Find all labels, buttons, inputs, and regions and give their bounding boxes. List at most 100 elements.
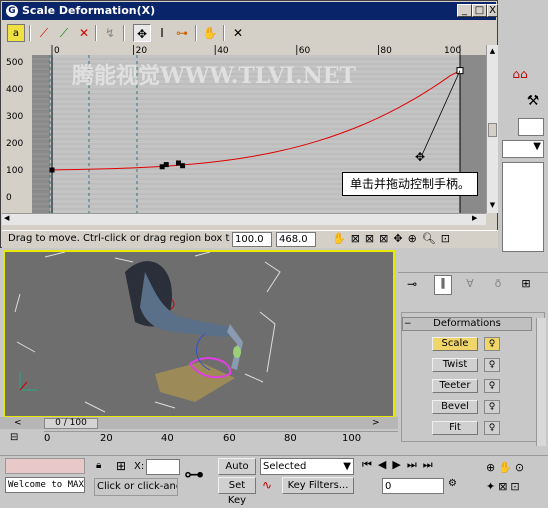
ruler-label: 20	[100, 433, 113, 444]
x-tick-label: 20	[136, 46, 148, 56]
bevel-deform-button[interactable]: Bevel	[432, 400, 478, 414]
color-swatch[interactable]	[518, 118, 544, 136]
key-icon[interactable]: ⊶	[184, 462, 214, 488]
time-slider[interactable]: 0 / 100	[44, 418, 98, 429]
timeline-toggle-icon[interactable]: ⊟	[10, 432, 40, 452]
current-frame-field[interactable]: 0	[382, 478, 444, 494]
set-key-button[interactable]: Set Key	[218, 477, 256, 506]
stack-toolbar: ⊸ ‖ ∀ ð ⊞	[398, 272, 548, 296]
scale-deform-button[interactable]: Scale	[432, 337, 478, 351]
insert-corner-point-icon[interactable]: ⊶	[173, 24, 191, 42]
y-tick-label: 400	[6, 85, 23, 95]
twist-bulb-icon[interactable]: ♀	[484, 358, 500, 372]
window-title: Scale Deformation(X)	[22, 4, 156, 17]
vertical-scrollbar[interactable]: ▲ ▼	[486, 45, 498, 213]
scroll-left-icon[interactable]: ◀	[4, 214, 14, 224]
next-frame-icon[interactable]: >	[372, 418, 386, 429]
graph-left-ruler	[2, 55, 32, 213]
ruler-label: 0	[44, 433, 51, 444]
configure-icon[interactable]: ⊞	[518, 277, 534, 293]
swap-curves-icon[interactable]: ↯	[101, 24, 119, 42]
key-filters-button[interactable]: Key Filters...	[282, 477, 354, 494]
twist-deform-button[interactable]: Twist	[432, 358, 478, 372]
window-titlebar[interactable]: Scale Deformation(X)	[2, 2, 496, 20]
deformation-toolbar: a ⟋ ⟋ ✕ ↯ ✥ I ⊶ ✋ ✕	[2, 21, 496, 45]
reset-curve-icon[interactable]: ✋	[201, 24, 219, 42]
scroll-thumb[interactable]	[488, 123, 497, 137]
close-button[interactable]: X	[487, 4, 498, 17]
absolute-mode-icon[interactable]: ⊞	[116, 459, 132, 475]
playback-controls[interactable]: ⏮◀▶⏭⏭	[362, 458, 482, 474]
lock-aspect-icon[interactable]: a	[7, 24, 25, 42]
scroll-right-icon[interactable]: ▶	[472, 214, 482, 224]
bevel-bulb-icon[interactable]: ♀	[484, 400, 500, 414]
welcome-text: Welcome to MAX!	[5, 477, 85, 493]
auto-key-button[interactable]: Auto Key	[218, 458, 256, 487]
unique-icon[interactable]: ∀	[462, 277, 478, 293]
viewport-nav-controls[interactable]: ⊕✋⊙ ✦⊠⊡	[486, 458, 546, 496]
display-xy-axes-icon[interactable]: ✕	[75, 24, 93, 42]
key-mode-icon[interactable]: ∿	[262, 478, 278, 494]
scale-deformation-window: Scale Deformation(X) G _ □ X a ⟋ ⟋ ✕ ↯ ✥…	[0, 0, 498, 248]
teeter-bulb-icon[interactable]: ♀	[484, 379, 500, 393]
status-hint: Drag to move. Ctrl-click or drag region …	[8, 233, 230, 244]
x-tick-label: 80	[380, 46, 392, 56]
y-tick-label: 100	[6, 166, 23, 176]
remove-modifier-icon[interactable]: ð	[490, 277, 506, 293]
scroll-down-icon[interactable]: ▼	[488, 201, 497, 211]
graph-status-line: Drag to move. Ctrl-click or drag region …	[2, 230, 498, 248]
fit-bulb-icon[interactable]: ♀	[484, 421, 500, 435]
deformations-title: Deformations	[433, 318, 501, 329]
display-y-axis-icon[interactable]: ⟋	[55, 24, 73, 42]
control-point	[180, 163, 186, 169]
ruler-label: 40	[161, 433, 174, 444]
prev-frame-icon[interactable]: <	[14, 418, 28, 429]
maximize-button[interactable]: □	[472, 4, 487, 17]
time-config-icon[interactable]: ⚙	[448, 478, 468, 494]
x-tick-label: 40	[217, 46, 229, 56]
graph-navigation-icons[interactable]: ✋⊠⊠⊠✥⊕🔍︎⊡	[332, 232, 492, 248]
toolbar-separator	[223, 25, 225, 41]
deformations-rollout-title[interactable]: Deformations	[402, 317, 532, 331]
frame-ruler[interactable]: 0 20 40 60 80 100	[44, 431, 398, 453]
instruction-callout: 单击并拖动控制手柄。	[342, 172, 478, 196]
lock-selection-icon[interactable]: 🔒︎	[96, 460, 110, 474]
x-value-field[interactable]: 100.0	[232, 232, 272, 247]
x-coord-field[interactable]	[146, 459, 180, 475]
prompt-line: Click or click-and-dra	[94, 478, 178, 496]
gramophone-model	[14, 251, 281, 413]
move-control-point-icon[interactable]: ✥	[133, 24, 151, 42]
graph-top-ruler	[2, 45, 486, 55]
y-value-field[interactable]: 468.0	[276, 232, 316, 247]
maxscript-listener[interactable]	[5, 458, 85, 474]
x-tick-label: 0	[54, 46, 60, 56]
y-tick-label: 200	[6, 139, 23, 149]
delete-control-point-icon[interactable]: ✕	[229, 24, 247, 42]
toolbar-separator	[95, 25, 97, 41]
show-end-result-icon[interactable]: ‖	[434, 275, 452, 295]
magnet-icon[interactable]: ⌂⌂	[498, 60, 542, 88]
teeter-deform-button[interactable]: Teeter	[432, 379, 478, 393]
ruler-label: 100	[342, 433, 362, 444]
fit-deform-button[interactable]: Fit	[432, 421, 478, 435]
scale-control-point-icon[interactable]: I	[153, 24, 171, 42]
display-x-axis-icon[interactable]: ⟋	[35, 24, 53, 42]
status-bar: Welcome to MAX! 🔒︎ ⊞ X: Click or click-a…	[0, 455, 548, 506]
toolbar-separator	[29, 25, 31, 41]
ruler-label: 60	[223, 433, 236, 444]
control-point	[163, 162, 169, 168]
collapse-icon[interactable]: −	[404, 319, 412, 329]
key-selection-dropdown[interactable]: Selected ▼	[260, 458, 354, 475]
perspective-viewport[interactable]	[3, 250, 395, 418]
scroll-up-icon[interactable]: ▲	[488, 47, 497, 57]
y-tick-label: 0	[6, 193, 12, 203]
scale-bulb-icon[interactable]: ♀	[484, 337, 500, 351]
modifier-dropdown[interactable]: ▼	[502, 140, 544, 158]
hammer-icon[interactable]: ⚒	[522, 93, 544, 113]
chevron-down-icon: ▼	[343, 461, 351, 472]
horizontal-scrollbar[interactable]: ◀ ▶	[2, 213, 486, 225]
pin-icon[interactable]: ⊸	[404, 277, 420, 293]
modifier-stack[interactable]	[502, 162, 544, 252]
minimize-button[interactable]: _	[457, 4, 472, 17]
panel-scrollbar[interactable]	[536, 318, 546, 446]
